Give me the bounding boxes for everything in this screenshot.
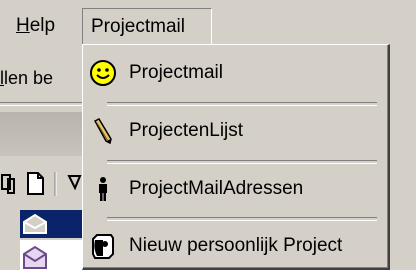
menu-separator	[107, 102, 377, 106]
toolbar-partial-icon-2[interactable]	[66, 168, 82, 198]
background-divider	[0, 102, 82, 106]
list-row[interactable]	[20, 240, 82, 270]
toolbar-divider	[52, 168, 64, 198]
menu-item-label: Nieuw persoonlijk Project	[129, 235, 343, 256]
background-command-text: llen be	[0, 68, 54, 88]
open-envelope-icon	[23, 213, 47, 234]
menu-item-label: ProjectenLijst	[129, 120, 244, 141]
menu-help-mnemonic: H	[16, 15, 30, 36]
menu-item-label: ProjectMailAdressen	[129, 178, 304, 199]
new-document-icon[interactable]	[24, 168, 46, 198]
menu-item-label: Projectmail	[129, 62, 223, 83]
pencil-icon	[89, 117, 117, 145]
menu-projectmail[interactable]: Projectmail	[82, 8, 212, 44]
selected-list-row[interactable]	[20, 210, 82, 238]
menu-help-label: elp	[29, 15, 56, 36]
menu-item-nieuw-persoonlijk-project[interactable]: Nieuw persoonlijk Project	[83, 222, 383, 270]
background-panel-header	[0, 112, 82, 156]
menu-item-projectmailadressen[interactable]: ProjectMailAdressen	[83, 165, 383, 213]
menu-separator	[107, 217, 377, 221]
projectmail-dropdown: Projectmail ProjectenLijst ProjectMailAd…	[82, 44, 390, 270]
menu-item-projectenlijst[interactable]: ProjectenLijst	[83, 107, 383, 155]
mail-attachment-icon	[23, 245, 47, 269]
toolbar-partial-icon[interactable]	[0, 168, 18, 198]
new-project-icon	[89, 232, 117, 260]
menu-help[interactable]: Help	[10, 10, 61, 42]
person-icon	[89, 175, 117, 203]
menu-item-projectmail[interactable]: Projectmail	[83, 49, 383, 97]
menu-separator	[107, 160, 377, 164]
background-toolbar	[0, 164, 82, 208]
smiley-icon	[89, 59, 117, 87]
menu-bar: Help Projectmail	[0, 0, 416, 48]
menu-projectmail-label: Projectmail	[91, 16, 185, 37]
